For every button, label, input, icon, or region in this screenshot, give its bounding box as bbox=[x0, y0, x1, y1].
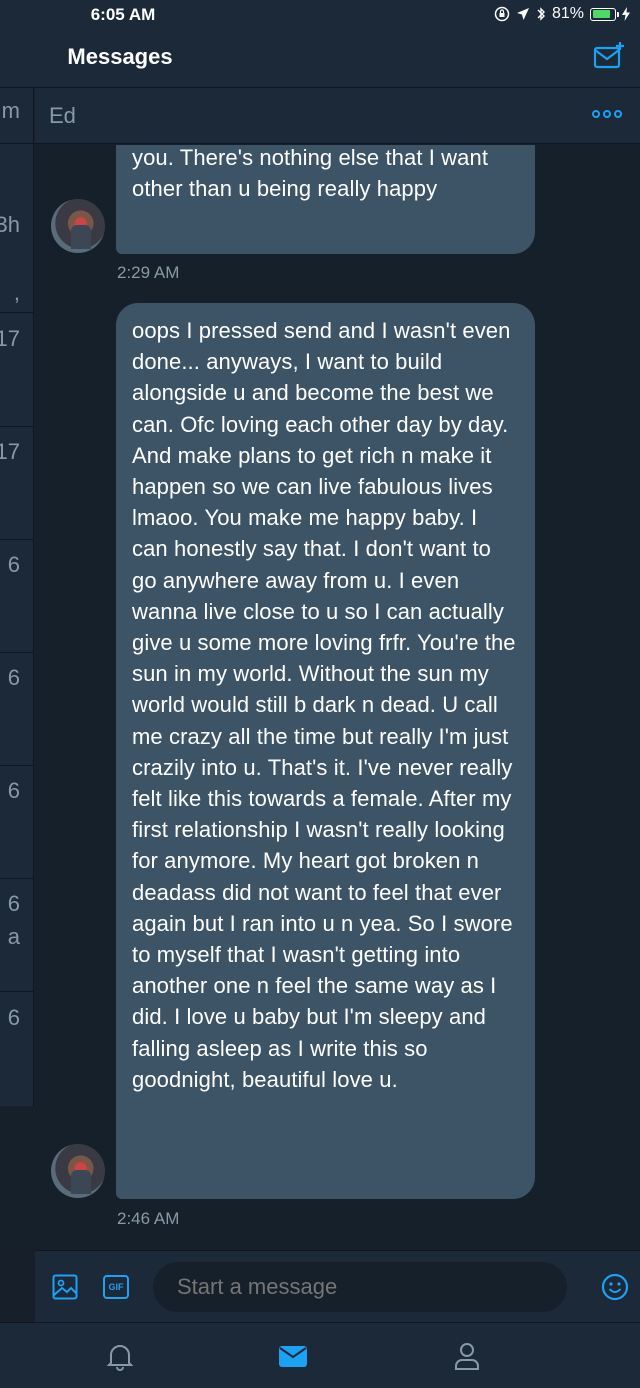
message-bubble[interactable]: oops I pressed send and I wasn't even do… bbox=[116, 303, 535, 1199]
list-item-fragment: 17 bbox=[0, 439, 20, 464]
list-item-fragment: 6 bbox=[7, 1005, 20, 1030]
list-item-fragment: 6 bbox=[7, 891, 20, 916]
new-message-icon[interactable] bbox=[592, 40, 626, 74]
profile-icon[interactable] bbox=[452, 1341, 482, 1371]
divider bbox=[0, 765, 33, 766]
app-header: Messages bbox=[0, 30, 640, 88]
list-item-fragment: 6 bbox=[7, 552, 20, 577]
list-item-fragment: 6 bbox=[7, 778, 20, 803]
battery-level bbox=[592, 10, 610, 18]
message-bubble[interactable]: you. There's nothing else that I want ot… bbox=[116, 145, 535, 254]
conversation-list-peek[interactable]: m 3h , 17 17 6 6 6 6 a 6 bbox=[0, 88, 34, 1106]
location-icon bbox=[516, 8, 529, 20]
charging-icon bbox=[622, 7, 630, 21]
battery-icon bbox=[590, 7, 619, 21]
gif-icon[interactable]: GIF bbox=[103, 1275, 129, 1299]
sidebar-empty-area bbox=[0, 1106, 34, 1250]
list-item-fragment: a bbox=[7, 924, 20, 949]
bluetooth-icon bbox=[537, 7, 545, 21]
conversation-name[interactable]: Ed bbox=[49, 103, 76, 129]
message-composer: GIF bbox=[35, 1250, 640, 1322]
avatar[interactable] bbox=[51, 1144, 105, 1198]
message-input[interactable] bbox=[153, 1262, 567, 1312]
divider bbox=[0, 312, 33, 313]
divider bbox=[0, 426, 33, 427]
divider bbox=[0, 539, 33, 540]
list-item-fragment: , bbox=[13, 280, 20, 305]
notifications-icon[interactable] bbox=[105, 1341, 135, 1371]
list-item-fragment: 3h bbox=[0, 212, 20, 237]
list-item-fragment: 17 bbox=[0, 326, 20, 351]
avatar[interactable] bbox=[51, 199, 105, 253]
message-timestamp: 2:29 AM bbox=[117, 263, 180, 282]
more-options-icon[interactable] bbox=[592, 110, 622, 118]
status-indicators: 81% bbox=[494, 5, 630, 23]
messages-icon[interactable] bbox=[278, 1341, 308, 1371]
divider bbox=[0, 991, 33, 992]
emoji-icon[interactable] bbox=[601, 1273, 629, 1301]
status-time: 6:05 AM bbox=[90, 5, 156, 24]
orientation-lock-icon bbox=[494, 6, 510, 22]
list-item-fragment: m bbox=[1, 98, 20, 123]
list-item-fragment: 6 bbox=[7, 665, 20, 690]
divider bbox=[0, 652, 33, 653]
status-bar: 6:05 AM 81% bbox=[0, 0, 640, 30]
bottom-tab-bar bbox=[0, 1322, 640, 1388]
page-title: Messages bbox=[67, 44, 173, 69]
message-thread[interactable]: you. There's nothing else that I want ot… bbox=[35, 145, 640, 1250]
divider bbox=[0, 878, 33, 879]
divider bbox=[0, 143, 33, 144]
message-timestamp: 2:46 AM bbox=[117, 1209, 180, 1228]
battery-percent: 81% bbox=[551, 5, 584, 22]
conversation-header: Ed bbox=[35, 88, 640, 144]
image-icon[interactable] bbox=[52, 1274, 78, 1300]
